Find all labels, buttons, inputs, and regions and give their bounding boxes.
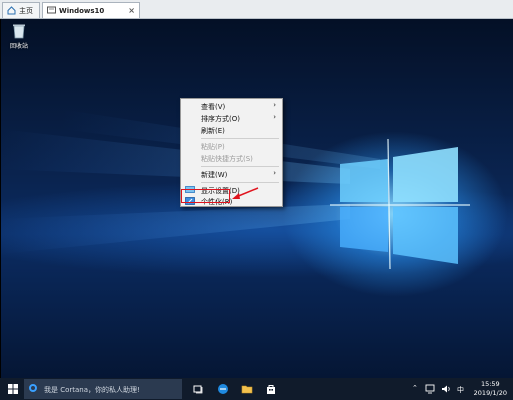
up-chevron-icon[interactable]: ⌃ bbox=[412, 384, 418, 394]
clock-date: 2019/1/20 bbox=[473, 389, 507, 397]
taskbar-clock[interactable]: 15:59 2019/1/20 bbox=[474, 380, 507, 398]
recycle-bin-label: 回收站 bbox=[9, 43, 28, 50]
network-icon[interactable] bbox=[425, 384, 435, 394]
tab-windows10-label: Windows10 bbox=[59, 6, 105, 15]
menu-item-paste-shortcut[interactable]: 粘贴快捷方式(S) bbox=[181, 153, 282, 164]
tab-bar: 主页 Windows10 × bbox=[0, 0, 513, 19]
menu-item-new-label: 新建(W) bbox=[201, 171, 228, 179]
menu-item-paste[interactable]: 粘贴(P) bbox=[181, 141, 282, 152]
submenu-arrow-icon: › bbox=[273, 101, 276, 109]
menu-item-refresh[interactable]: 刷新(E) bbox=[181, 125, 282, 136]
start-button[interactable] bbox=[8, 384, 18, 394]
file-explorer-icon[interactable] bbox=[241, 383, 253, 395]
recycle-bin-shortcut[interactable]: 回收站 bbox=[4, 23, 34, 50]
windows-logo-icon bbox=[8, 384, 18, 394]
menu-item-paste-shortcut-label: 粘贴快捷方式(S) bbox=[201, 155, 253, 163]
menu-item-refresh-label: 刷新(E) bbox=[201, 127, 225, 135]
tab-home-label: 主页 bbox=[19, 6, 33, 15]
cortana-search-box[interactable]: 我是 Cortana，你的私人助理! bbox=[24, 379, 182, 399]
taskbar: 我是 Cortana，你的私人助理! ⌃ 中 15:59 2019/1/20 bbox=[0, 378, 513, 400]
cortana-icon bbox=[29, 384, 37, 392]
edge-icon[interactable] bbox=[217, 383, 229, 395]
menu-item-view-label: 查看(V) bbox=[201, 103, 226, 111]
menu-separator bbox=[201, 166, 279, 167]
annotation-highlight-box bbox=[181, 189, 230, 203]
menu-item-new[interactable]: 新建(W) › bbox=[181, 169, 282, 180]
submenu-arrow-icon: › bbox=[273, 113, 276, 121]
menu-item-paste-label: 粘贴(P) bbox=[201, 143, 225, 151]
close-tab-icon[interactable]: × bbox=[128, 6, 135, 15]
desktop[interactable]: 回收站 查看(V) › 排序方式(O) › 刷新(E) 粘贴(P) 粘贴快捷方式… bbox=[0, 19, 513, 378]
menu-item-sort-by[interactable]: 排序方式(O) › bbox=[181, 113, 282, 124]
submenu-arrow-icon: › bbox=[273, 169, 276, 177]
window-edge bbox=[0, 19, 1, 400]
volume-icon[interactable] bbox=[441, 384, 451, 394]
menu-separator bbox=[201, 182, 279, 183]
home-icon bbox=[7, 6, 16, 15]
task-view-icon[interactable] bbox=[192, 383, 204, 395]
menu-item-sort-by-label: 排序方式(O) bbox=[201, 115, 240, 123]
menu-separator bbox=[201, 138, 279, 139]
recycle-bin-icon bbox=[12, 23, 26, 39]
cortana-search-text: 我是 Cortana，你的私人助理! bbox=[44, 386, 140, 394]
menu-item-view[interactable]: 查看(V) › bbox=[181, 101, 282, 112]
store-icon[interactable] bbox=[265, 383, 277, 395]
clock-time: 15:59 bbox=[480, 380, 500, 388]
ime-indicator[interactable]: 中 bbox=[457, 385, 464, 395]
vm-icon bbox=[47, 6, 56, 15]
tab-windows10[interactable]: Windows10 × bbox=[42, 2, 140, 18]
tab-home[interactable]: 主页 bbox=[2, 2, 40, 18]
